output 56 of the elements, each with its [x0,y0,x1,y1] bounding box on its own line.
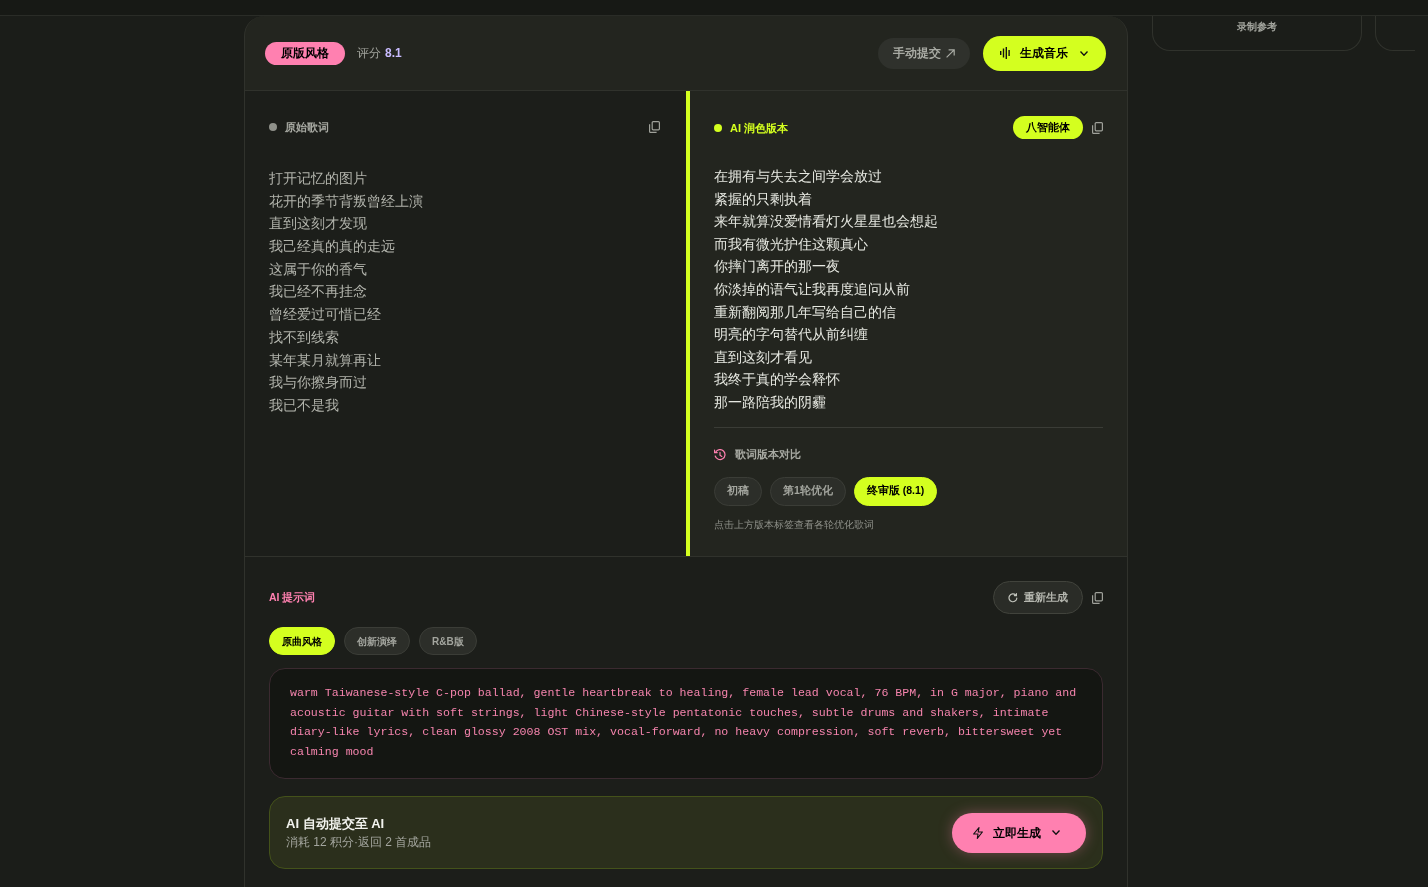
style-tab[interactable]: R&B版 [419,627,477,655]
copy-icon[interactable] [649,121,660,133]
auto-submit-title: AI 自动提交至 AI [286,815,386,832]
history-icon [714,448,726,461]
lyric-line: 重新翻阅那几年写给自己的信 [714,302,896,322]
lyric-line: 曾经爱过可惜已经 [269,305,381,325]
hint-text: 点击上方版本标签查看各轮优化歌词 [714,518,874,531]
score-label: 评分 [357,45,381,62]
caret-icon [1080,50,1088,56]
lyric-line: 我已经不再挂念 [269,282,367,302]
version-tab[interactable]: 初稿 [714,476,762,506]
lyric-line: 这属于你的香气 [269,259,367,279]
lyric-line: 明亮的字句替代从前纠缠 [714,325,868,345]
copy-icon[interactable] [1092,591,1103,604]
side-card [1375,16,1415,51]
lightning-icon [973,826,983,839]
panel-title: 原始歌词 [285,120,329,134]
lyric-line: 而我有微光护住这颗真心 [714,234,868,254]
lyric-line: 某年某月就算再让 [269,350,381,370]
style-badge: 原版风格 [265,41,345,65]
generate-now-button[interactable]: 立即生成 [952,812,1086,853]
lyric-line: 我终于真的学会释怀 [714,370,840,390]
agent-badge: 八智能体 [1013,116,1083,139]
caret-icon [1052,830,1060,835]
lyric-line: 我已不是我 [269,395,339,415]
section-title: 歌词版本对比 [735,447,801,463]
auto-submit-subtitle: 消耗 12 积分·返回 2 首成品 [286,834,432,850]
lyric-line: 来年就算没爱情看灯火星星也会想起 [714,212,938,232]
copy-icon[interactable] [1092,121,1103,134]
lyric-line: 找不到线索 [269,327,339,347]
lyric-line: 在拥有与失去之间学会放过 [714,167,882,186]
lyric-line: 我己经真的真的走远 [269,237,395,257]
generate-music-button[interactable]: 生成音乐 [983,35,1106,71]
style-tab[interactable]: 创新演绎 [344,627,410,655]
lyric-line: 你摔门离开的那一夜 [714,257,840,277]
version-tab[interactable]: 第1轮优化 [770,476,846,506]
lyric-line: 直到这刻才看见 [714,347,812,367]
lyric-line: 紧握的只剩执着 [714,189,812,209]
lyric-line: 我与你擦身而过 [269,373,367,393]
section-title: AI 提示词 [269,589,316,605]
manual-submit-button[interactable]: 手动提交 [878,37,970,69]
lyric-line: 你淡掉的语气让我再度追问从前 [714,279,910,299]
regenerate-button[interactable]: 重新生成 [993,581,1083,614]
waveform-icon [1000,47,1010,59]
style-tab[interactable]: 原曲风格 [269,627,335,655]
lyric-line: 打开记忆的图片 [269,169,367,188]
card-label: 录制参考 [1237,20,1277,34]
version-tab[interactable]: 终审版 (8.1) [853,476,938,506]
lyric-line: 直到这刻才发现 [269,214,367,234]
score-value: 8.1 [385,45,402,62]
panel-title: AI 润色版本 [730,120,789,135]
arrow-up-right-icon [946,48,955,58]
prompt-text: warm Taiwanese-style C-pop ballad, gentle heartbreak to healing, female lead vocal, 76 BPM, in G major, piano and acoustic guitar with soft strings, light Chinese-style pentatonic touches, subtle drums and shakers, intimate diary-like lyrics, clean glossy 2008 OST mix, vocal-forward, no heavy compression, soft reverb, bittersweet yet calming mood [290,685,1078,761]
refresh-icon [1008,592,1018,603]
lyric-line: 那一路陪我的阴霾 [714,392,826,412]
lyric-line: 花开的季节背叛曾经上演 [269,191,423,211]
